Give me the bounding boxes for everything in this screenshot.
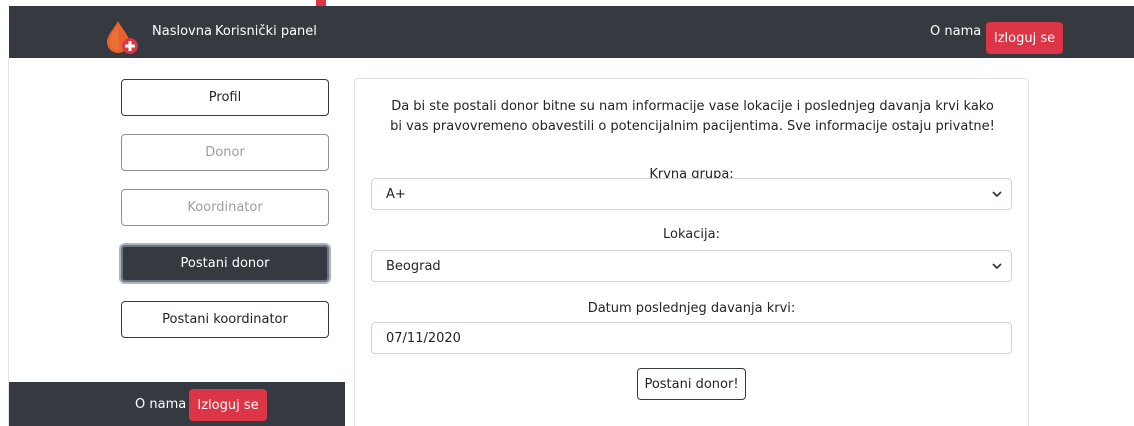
location-select[interactable]: Beograd [371, 250, 1012, 282]
sidebar-item-koordinator[interactable]: Koordinator [121, 189, 329, 226]
sidebar-item-donor[interactable]: Donor [121, 134, 329, 171]
blood-drop-logo-icon[interactable] [104, 19, 140, 55]
nav-link-about[interactable]: O nama [930, 24, 981, 39]
chevron-down-icon [992, 263, 1002, 270]
form-intro-text: Da bi ste postali donor bitne su nam inf… [390, 99, 995, 134]
footer-link-about[interactable]: O nama [135, 397, 186, 412]
logout-button[interactable]: Izloguj se [986, 22, 1063, 54]
footer-logout-button[interactable]: Izloguj se [189, 389, 267, 421]
sidebar-item-profil[interactable]: Profil [121, 79, 329, 116]
location-label: Lokacija: [663, 227, 720, 242]
last-donation-date-label: Datum poslednjeg davanja krvi: [587, 301, 796, 316]
last-donation-date-value: 07/11/2020 [386, 330, 461, 346]
blood-group-select[interactable]: A+ [371, 178, 1012, 210]
chevron-down-icon [992, 191, 1002, 198]
bottom-bar: O nama Izloguj se [9, 382, 345, 426]
sidebar-item-postani-donor[interactable]: Postani donor [121, 245, 329, 282]
location-value: Beograd [386, 258, 441, 274]
sidebar-item-postani-koordinator[interactable]: Postani koordinator [121, 301, 329, 338]
blood-group-value: A+ [386, 186, 406, 202]
last-donation-date-input[interactable]: 07/11/2020 [371, 322, 1012, 354]
top-navbar: Naslovna Korisnički panel O nama Izloguj… [9, 6, 1134, 58]
submit-become-donor-button[interactable]: Postani donor! [637, 368, 746, 400]
nav-link-user-panel[interactable]: Korisnički panel [215, 24, 317, 39]
donor-form-card: Da bi ste postali donor bitne su nam inf… [354, 78, 1029, 426]
nav-link-home[interactable]: Naslovna [152, 24, 212, 39]
left-edge-strip [0, 58, 9, 426]
